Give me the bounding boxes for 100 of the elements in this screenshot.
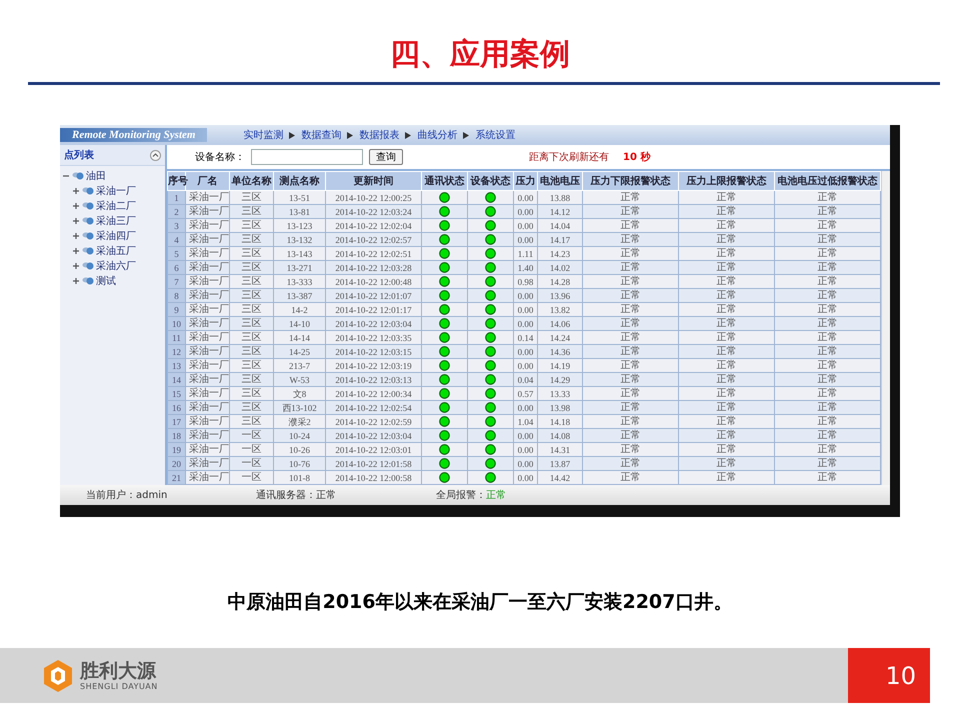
folder-globe-icon — [82, 275, 94, 286]
nav-link[interactable]: 数据查询 — [301, 128, 342, 142]
table-cell: 采油一厂 — [186, 344, 230, 358]
column-header: 更新时间 — [326, 172, 422, 190]
table-cell: 正常 — [678, 316, 774, 330]
table-cell: 一区 — [230, 456, 274, 470]
nav-link[interactable]: 曲线分析 — [417, 128, 458, 142]
table-cell: 2014-10-22 12:03:24 — [326, 204, 422, 218]
table-cell: 正常 — [678, 372, 774, 386]
query-button[interactable]: 查询 — [369, 149, 403, 165]
column-header: 电池电压 — [538, 172, 582, 190]
row-number: 3 — [168, 218, 186, 232]
table-cell: 西13-102 — [274, 400, 326, 414]
sidebar-title: 点列表 — [64, 148, 94, 162]
refresh-label: 距离下次刷新还有 — [529, 150, 609, 164]
table-cell: 14.17 — [538, 232, 582, 246]
expand-icon[interactable] — [72, 276, 80, 284]
table-cell: W-53 — [274, 372, 326, 386]
table-cell: 正常 — [678, 204, 774, 218]
table-cell: 14.06 — [538, 316, 582, 330]
table-cell: 2014-10-22 12:03:28 — [326, 260, 422, 274]
tree-item[interactable]: 油田 — [86, 168, 106, 182]
alarm-status: 正常 — [486, 488, 506, 502]
tree-item[interactable]: 采油六厂 — [96, 258, 136, 272]
scrollbar[interactable] — [881, 171, 890, 485]
expand-icon[interactable] — [72, 232, 80, 240]
row-number: 15 — [168, 386, 186, 400]
table-cell: 正常 — [582, 204, 678, 218]
table-cell: 正常 — [774, 288, 880, 302]
tree-item[interactable]: 采油三厂 — [96, 214, 136, 228]
device-name-field[interactable] — [251, 149, 363, 165]
row-number: 8 — [168, 288, 186, 302]
table-cell: 采油一厂 — [186, 232, 230, 246]
table-cell: 采油一厂 — [186, 204, 230, 218]
table-cell: 正常 — [774, 344, 880, 358]
table-cell: 10-76 — [274, 456, 326, 470]
row-number: 2 — [168, 204, 186, 218]
table-cell: 2014-10-22 12:03:15 — [326, 344, 422, 358]
nav-link[interactable]: 系统设置 — [475, 128, 516, 142]
current-user: 当前用户：admin — [86, 488, 168, 502]
table-cell: 采油一厂 — [186, 372, 230, 386]
row-number: 17 — [168, 414, 186, 428]
table-cell: 14-25 — [274, 344, 326, 358]
table-cell: 正常 — [774, 316, 880, 330]
nav-link[interactable]: 数据报表 — [359, 128, 400, 142]
search-label: 设备名称： — [195, 151, 245, 164]
table-cell: 2014-10-22 12:01:58 — [326, 456, 422, 470]
table-cell: 采油一厂 — [186, 400, 230, 414]
table-cell: 14.29 — [538, 372, 582, 386]
expand-icon[interactable] — [72, 262, 80, 270]
tree-item[interactable]: 测试 — [96, 274, 116, 288]
table-cell: 2014-10-22 12:03:13 — [326, 372, 422, 386]
table-cell: 2014-10-22 12:03:04 — [326, 316, 422, 330]
tree-item[interactable]: 采油二厂 — [96, 198, 136, 212]
column-header: 测点名称 — [274, 172, 326, 190]
arrow-right-icon — [289, 132, 296, 138]
expand-icon[interactable] — [72, 186, 80, 194]
table-cell: 13.98 — [538, 400, 582, 414]
collapse-sidebar-icon[interactable] — [150, 150, 161, 160]
column-header: 设备状态 — [468, 172, 514, 190]
folder-globe-icon — [82, 230, 94, 241]
tree-item[interactable]: 采油五厂 — [96, 244, 136, 258]
row-number: 13 — [168, 358, 186, 372]
arrow-right-icon — [463, 132, 470, 138]
table-cell: 13-132 — [274, 232, 326, 246]
table-cell: 正常 — [774, 260, 880, 274]
folder-globe-icon — [82, 245, 94, 256]
expand-icon[interactable] — [72, 202, 80, 210]
expand-icon[interactable] — [72, 216, 80, 224]
table-cell: 三区 — [230, 204, 274, 218]
row-number: 6 — [168, 260, 186, 274]
folder-globe-icon — [82, 185, 94, 196]
table-cell: 正常 — [582, 344, 678, 358]
row-number: 21 — [168, 470, 186, 484]
table-cell: 10-24 — [274, 428, 326, 442]
nav-link[interactable]: 实时监测 — [243, 128, 284, 142]
row-number: 19 — [168, 442, 186, 456]
column-header: 单位名称 — [230, 172, 274, 190]
table-cell: 三区 — [230, 288, 274, 302]
tree-item[interactable]: 采油四厂 — [96, 228, 136, 242]
app-logo: Remote Monitoring System — [60, 128, 208, 142]
table-cell: 采油一厂 — [186, 428, 230, 442]
table-cell: 13-387 — [274, 288, 326, 302]
expand-icon[interactable] — [72, 246, 80, 254]
table-cell: 13-81 — [274, 204, 326, 218]
slide-title: 四、应用案例 — [390, 36, 570, 74]
table-cell: 正常 — [678, 428, 774, 442]
table-cell: 14-10 — [274, 316, 326, 330]
tree-item[interactable]: 采油一厂 — [96, 184, 136, 198]
table-cell: 正常 — [678, 344, 774, 358]
table-cell: 三区 — [230, 260, 274, 274]
table-cell: 13.87 — [538, 456, 582, 470]
table-cell: 正常 — [774, 372, 880, 386]
column-header: 压力下限报警状态 — [582, 172, 678, 190]
table-cell: 13.96 — [538, 288, 582, 302]
caption: 中原油田自2016年以来在采油厂一至六厂安装2207口井。 — [228, 590, 732, 615]
row-number: 11 — [168, 330, 186, 344]
table-cell: 正常 — [678, 288, 774, 302]
table-cell: 14.36 — [538, 344, 582, 358]
row-number: 1 — [168, 190, 186, 204]
